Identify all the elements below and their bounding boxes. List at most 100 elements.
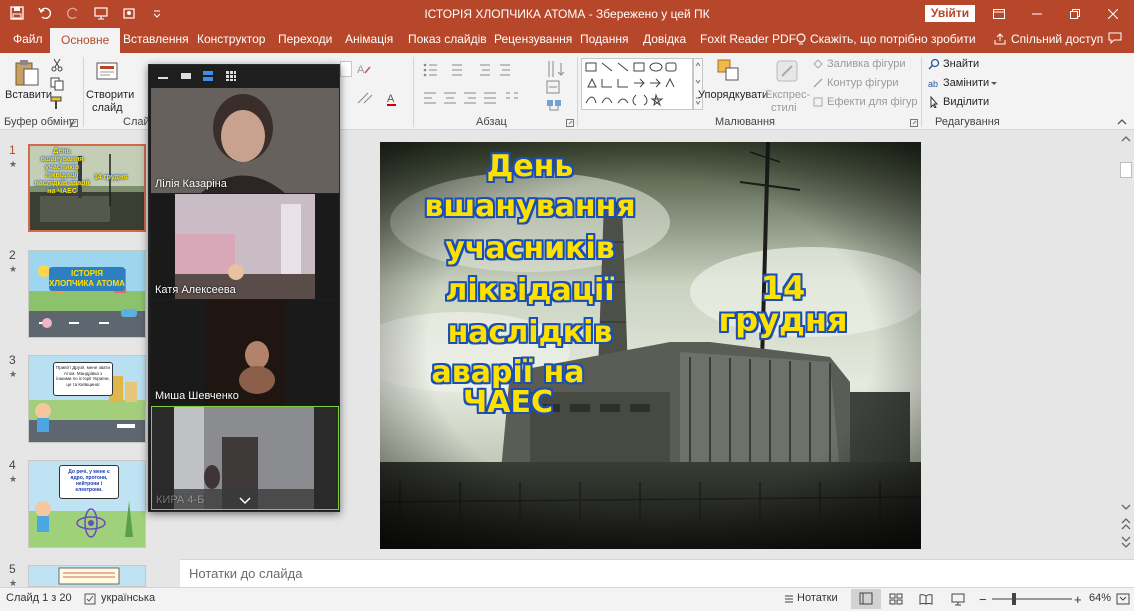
smartart-icon[interactable] <box>545 97 573 113</box>
find-icon[interactable] <box>928 58 940 70</box>
paste-button[interactable]: Вставити <box>5 89 52 101</box>
character-spacing-icon[interactable] <box>356 91 378 107</box>
close-icon[interactable] <box>1094 0 1132 28</box>
tab-design[interactable]: Конструктор <box>197 32 265 46</box>
next-slide-icon[interactable] <box>1121 535 1131 549</box>
notes-placeholder[interactable]: Нотатки до слайда <box>189 566 302 581</box>
normal-view-button[interactable] <box>851 589 881 609</box>
collapse-ribbon-icon[interactable] <box>1116 117 1128 127</box>
slide-title-line-2[interactable]: вшанування <box>400 192 660 222</box>
font-color-icon[interactable]: A <box>386 91 406 107</box>
replace-icon[interactable]: ab <box>928 77 940 89</box>
shape-effects-button[interactable]: Ефекти для фігур <box>827 96 918 108</box>
shape-outline-icon[interactable] <box>812 77 824 89</box>
find-button[interactable]: Знайти <box>943 58 979 70</box>
strip-view-icon[interactable] <box>202 69 214 83</box>
quick-styles-button[interactable]: Експрес- <box>765 89 810 101</box>
slide-thumbnail-2[interactable]: ІСТОРІЯ ХЛОПЧИКА АТОМА <box>28 250 146 338</box>
previous-slide-icon[interactable] <box>1121 517 1131 531</box>
comments-icon[interactable] <box>1108 32 1122 47</box>
restore-icon[interactable] <box>1056 0 1094 28</box>
fit-to-window-icon[interactable] <box>1116 592 1130 606</box>
slide-title-line-4[interactable]: ліквідації <box>410 276 650 306</box>
paragraph-align-tools[interactable] <box>422 89 532 107</box>
participant-video-1[interactable]: Лілія Казаріна <box>151 88 339 193</box>
tab-view[interactable]: Подання <box>580 32 628 46</box>
participant-video-3[interactable]: Миша Шевченко <box>151 300 339 405</box>
minimize-video-icon[interactable] <box>157 72 169 80</box>
current-slide[interactable]: День вшанування учасників ліквідації нас… <box>380 142 921 549</box>
quick-styles-icon[interactable] <box>774 58 800 86</box>
shape-effects-icon[interactable] <box>812 96 824 108</box>
copy-icon[interactable] <box>50 77 64 91</box>
slide-title-line-1[interactable]: День <box>440 152 620 182</box>
cut-icon[interactable] <box>50 58 64 72</box>
new-slide-button[interactable]: Створити <box>86 89 134 101</box>
slide-thumbnail-5[interactable] <box>28 565 146 587</box>
tab-foxit[interactable]: Foxit Reader PDF <box>700 32 796 46</box>
slide-title-line-3[interactable]: учасників <box>410 234 650 264</box>
clear-formatting-icon[interactable]: A <box>356 61 372 77</box>
shapes-gallery[interactable] <box>581 58 693 110</box>
reading-view-icon[interactable] <box>918 592 934 606</box>
slide-date[interactable]: 14 грудня <box>698 272 868 336</box>
scroll-down-icon[interactable] <box>1121 503 1131 511</box>
slide-thumbnail-4[interactable]: До речі, у мене є ядро, протони, нейтрон… <box>28 460 146 548</box>
vertical-scrollbar[interactable] <box>1118 131 1134 559</box>
scrollbar-thumb[interactable] <box>1120 162 1132 178</box>
single-view-icon[interactable] <box>180 71 192 81</box>
format-painter-icon[interactable] <box>50 96 64 110</box>
shapes-more-scroll[interactable] <box>693 58 703 110</box>
arrange-button[interactable]: Упорядкувати <box>698 89 768 101</box>
shape-fill-button[interactable]: Заливка фігури <box>827 58 906 70</box>
ribbon-display-options-icon[interactable] <box>980 0 1018 28</box>
slideshow-view-icon[interactable] <box>950 592 966 606</box>
tab-insert[interactable]: Вставлення <box>123 32 189 46</box>
tell-me-search[interactable]: Скажіть, що потрібно зробити <box>796 32 976 46</box>
font-size-dropdown[interactable] <box>340 61 352 77</box>
tab-slideshow[interactable]: Показ слайдів <box>408 32 487 46</box>
paragraph-launcher-icon[interactable] <box>566 119 574 127</box>
tab-help[interactable]: Довідка <box>643 32 686 46</box>
slide-sorter-icon[interactable] <box>888 592 904 606</box>
text-direction-icon[interactable] <box>545 59 573 79</box>
chevron-down-icon[interactable] <box>990 79 998 87</box>
paste-icon[interactable] <box>14 59 40 87</box>
slide-title-line-6[interactable]: аварії на ЧАЕС <box>388 358 628 418</box>
replace-button[interactable]: Замінити <box>943 77 989 89</box>
tab-transitions[interactable]: Переходи <box>278 32 332 46</box>
participant-video-2[interactable]: Катя Алексеева <box>151 194 339 299</box>
align-text-icon[interactable] <box>545 79 573 95</box>
slide-thumbnail-1[interactable]: День вшанування учасників ліквідації нас… <box>28 144 146 232</box>
minimize-icon[interactable] <box>1018 0 1056 28</box>
tab-animations[interactable]: Анімація <box>345 32 393 46</box>
arrange-icon[interactable] <box>716 58 744 86</box>
shape-fill-icon[interactable] <box>812 58 824 70</box>
notes-toggle-button[interactable]: Нотатки <box>797 592 838 604</box>
zoom-in-button[interactable]: + <box>1074 592 1082 607</box>
scroll-up-icon[interactable] <box>1121 135 1131 143</box>
tab-review[interactable]: Рецензування <box>494 32 572 46</box>
clipboard-launcher-icon[interactable] <box>70 119 78 127</box>
drawing-launcher-icon[interactable] <box>910 119 918 127</box>
tab-file[interactable]: Файл <box>13 32 43 46</box>
sign-in-button[interactable]: Увійти <box>925 5 975 22</box>
spelling-check-icon[interactable] <box>84 593 96 605</box>
new-slide-icon[interactable] <box>95 59 121 85</box>
slide-thumbnail-3[interactable]: Привіт! Друзі!, мене звати Атом. Мандрів… <box>28 355 146 443</box>
zoom-out-button[interactable]: − <box>979 592 987 607</box>
chevron-down-icon[interactable] <box>238 495 252 505</box>
paragraph-list-tools[interactable] <box>422 61 532 79</box>
shape-outline-button[interactable]: Контур фігури <box>827 77 898 89</box>
slide-title-line-5[interactable]: наслідків <box>410 318 650 348</box>
video-call-overlay[interactable]: Лілія Казаріна Катя Алексеева Миша Шевче… <box>148 64 340 512</box>
zoom-level[interactable]: 64% <box>1089 592 1111 604</box>
notes-pane[interactable]: Нотатки до слайда <box>180 559 1134 587</box>
select-button[interactable]: Виділити <box>943 96 989 108</box>
share-button[interactable]: Спільний доступ <box>994 32 1103 46</box>
language-indicator[interactable]: українська <box>101 592 155 604</box>
participant-video-4[interactable]: КИРА 4-Б <box>151 406 339 510</box>
zoom-slider[interactable] <box>992 593 1072 605</box>
tab-home[interactable]: Основне <box>50 28 121 53</box>
zoom-slider-thumb[interactable] <box>1012 593 1016 605</box>
